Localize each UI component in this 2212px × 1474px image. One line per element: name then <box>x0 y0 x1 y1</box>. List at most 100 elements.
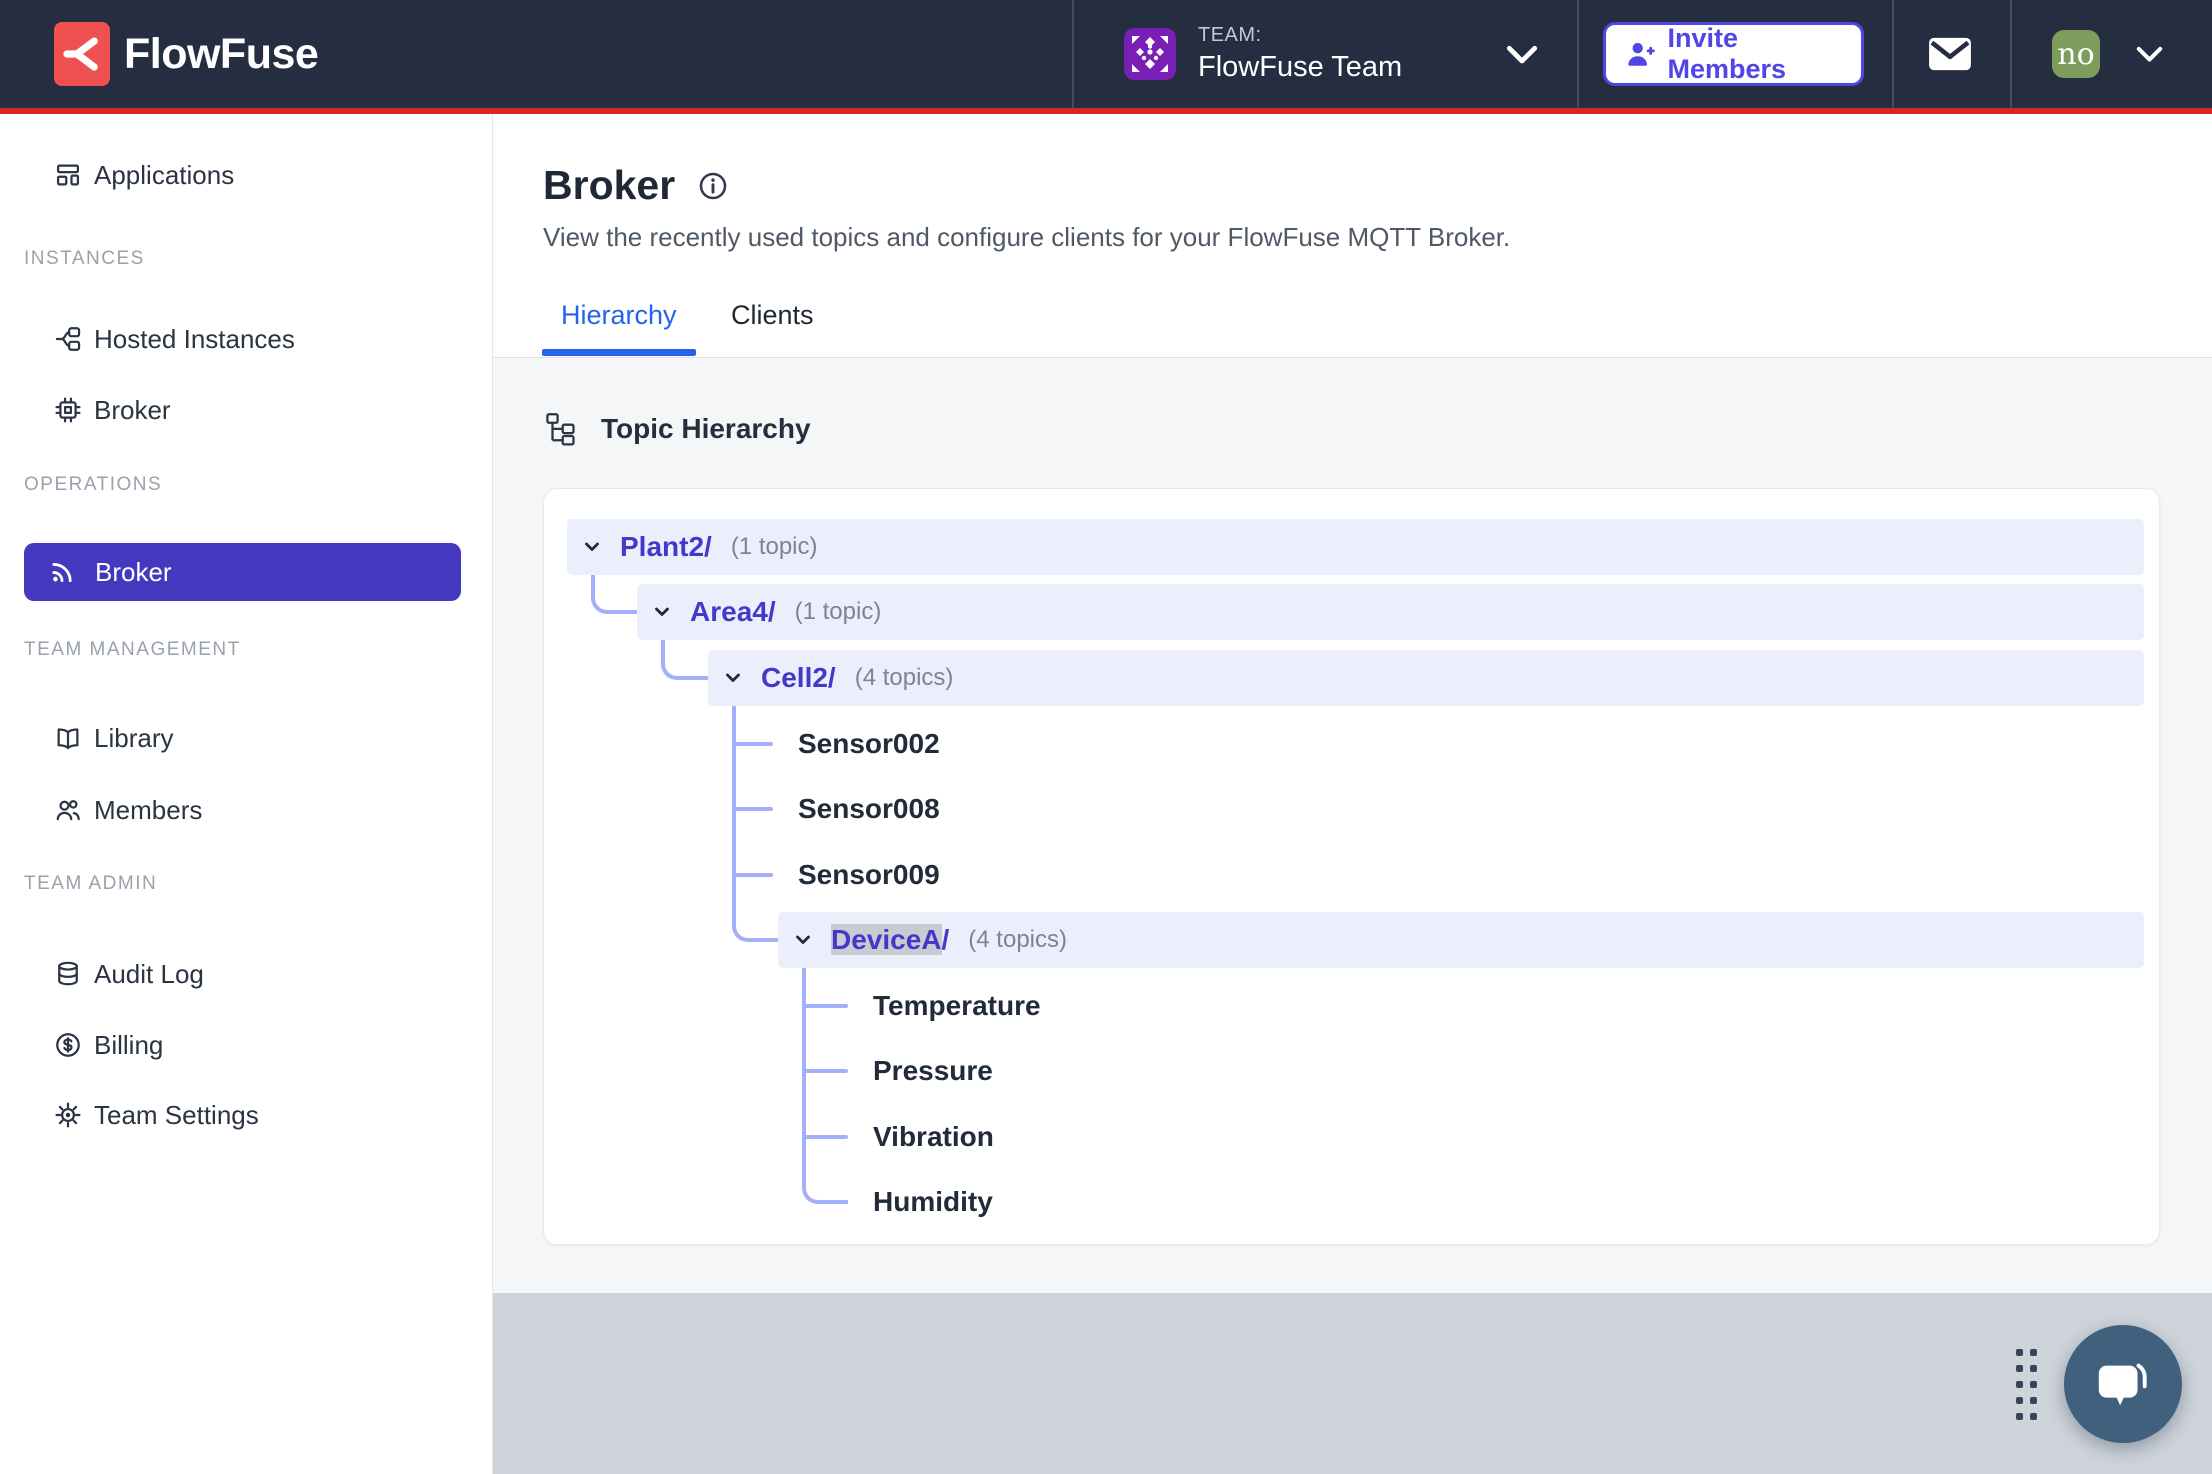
user-plus-icon <box>1628 42 1655 66</box>
tree-leaf-sensor002[interactable]: Sensor002 <box>798 716 940 772</box>
user-menu[interactable]: no <box>2028 0 2188 108</box>
sidebar-section-instances: INSTANCES <box>24 248 145 269</box>
notifications-button[interactable] <box>1904 0 1996 108</box>
tree-connector-stub <box>734 807 773 811</box>
chevron-down-icon <box>585 542 599 551</box>
chip-icon <box>54 396 82 424</box>
sidebar-item-library[interactable]: Library <box>0 710 492 766</box>
applications-icon <box>54 161 82 189</box>
broker-rss-icon <box>48 558 76 586</box>
flowfuse-logo[interactable]: FlowFuse <box>54 22 319 86</box>
tree-connector-elbow <box>591 573 637 614</box>
tree-node-topic-count: (1 topic) <box>794 598 882 625</box>
broker-content: Topic Hierarchy Plant2/ (1 topic) Area4/ (1… <box>493 357 2212 1293</box>
sidebar-item-label: Applications <box>94 159 235 190</box>
nav-divider <box>1892 0 1894 108</box>
hosted-instances-icon <box>54 325 82 353</box>
tree-connector-stub <box>804 1135 848 1139</box>
topic-hierarchy-icon <box>546 413 575 446</box>
invite-members-label: Invite Members <box>1667 23 1787 84</box>
chat-launcher-button[interactable] <box>2064 1325 2182 1443</box>
sidebar-item-members[interactable]: Members <box>0 782 492 838</box>
tab-hierarchy[interactable]: Hierarchy <box>561 300 677 350</box>
invite-members-button[interactable]: Invite Members <box>1603 22 1864 86</box>
tree-leaf-sensor009[interactable]: Sensor009 <box>798 847 940 903</box>
chevron-down-icon <box>655 607 669 616</box>
sidebar-item-applications[interactable]: Applications <box>0 147 492 203</box>
sidebar-item-label: Team Settings <box>94 1099 259 1130</box>
sidebar-item-audit-log[interactable]: Audit Log <box>0 946 492 1002</box>
tree-connector-stub <box>734 873 773 877</box>
tree-leaf-humidity[interactable]: Humidity <box>873 1174 993 1230</box>
sidebar-item-label: Billing <box>94 1029 164 1060</box>
chevron-down-icon <box>726 673 740 682</box>
widget-drag-handle[interactable] <box>2016 1349 2037 1420</box>
tree-connector-elbow <box>661 638 708 680</box>
tree-leaf-sensor008[interactable]: Sensor008 <box>798 781 940 837</box>
page-header: Broker View the recently used topics and… <box>493 114 2212 357</box>
tab-clients[interactable]: Clients <box>731 300 814 350</box>
sidebar-item-label: Library <box>94 722 174 753</box>
mail-icon <box>1929 37 1971 71</box>
tree-leaf-temperature[interactable]: Temperature <box>873 978 1041 1034</box>
tree-connector-stub <box>734 742 773 746</box>
tree-leaf-pressure[interactable]: Pressure <box>873 1043 993 1099</box>
sidebar-item-broker[interactable]: Broker <box>24 543 461 601</box>
selected-text: DeviceA <box>831 924 942 955</box>
tree-connector-stub <box>804 1069 848 1073</box>
sidebar-item-billing[interactable]: Billing <box>0 1017 492 1073</box>
tree-node-label: Cell2/ <box>761 662 836 693</box>
tree-node-area4[interactable]: Area4/ (1 topic) <box>637 584 2144 640</box>
tree-node-topic-count: (4 topics) <box>968 926 1067 953</box>
flowfuse-logo-icon <box>54 22 110 86</box>
tree-node-label: Area4/ <box>690 596 776 627</box>
chevron-down-icon <box>2136 46 2163 62</box>
sidebar-item-hosted-instances[interactable]: Hosted Instances <box>0 311 492 367</box>
tree-node-label: Plant2/ <box>620 531 712 562</box>
database-icon <box>54 960 82 988</box>
chevron-down-icon <box>1506 45 1538 64</box>
sidebar-section-operations: OPERATIONS <box>24 474 163 495</box>
nav-divider <box>1072 0 1074 108</box>
section-title: Topic Hierarchy <box>601 413 811 444</box>
sidebar-item-label: Broker <box>94 394 171 425</box>
team-name: FlowFuse Team <box>1198 51 1403 83</box>
sidebar-item-label: Audit Log <box>94 958 204 989</box>
tree-node-devicea[interactable]: DeviceA/ (4 topics) <box>778 912 2144 968</box>
page-description: View the recently used topics and config… <box>543 222 1511 252</box>
page-title: Broker <box>543 162 676 208</box>
tree-node-plant2[interactable]: Plant2/ (1 topic) <box>567 519 2144 575</box>
book-icon <box>54 724 82 752</box>
topic-hierarchy-card: Plant2/ (1 topic) Area4/ (1 topic) Cell2/ (4 … <box>543 488 2160 1245</box>
sidebar-item-label: Members <box>94 794 203 825</box>
team-avatar <box>1124 28 1176 80</box>
navbar-accent-line <box>0 108 2212 114</box>
dollar-circle-icon <box>54 1031 82 1059</box>
info-button[interactable] <box>697 170 729 202</box>
active-tab-underline <box>542 349 696 356</box>
sidebar: Applications INSTANCES Hosted Instances … <box>0 114 493 1474</box>
nav-divider <box>1577 0 1579 108</box>
sidebar-item-label: Hosted Instances <box>94 323 295 354</box>
sidebar-item-edge-devices[interactable]: Broker <box>0 382 492 438</box>
chat-bubble-icon <box>2098 1363 2147 1406</box>
sidebar-item-label: Broker <box>95 556 172 587</box>
tree-node-topic-count: (1 topic) <box>730 533 818 560</box>
tree-connector-stub <box>804 1004 848 1008</box>
gear-icon <box>54 1101 82 1129</box>
sidebar-item-team-settings[interactable]: Team Settings <box>0 1087 492 1143</box>
chevron-down-icon <box>796 935 810 944</box>
tree-connector-elbow <box>732 704 778 942</box>
info-icon <box>699 172 727 199</box>
user-avatar: no <box>2052 30 2100 78</box>
nav-divider <box>2010 0 2012 108</box>
sidebar-section-team-management: TEAM MANAGEMENT <box>24 639 241 660</box>
logo-wordmark: FlowFuse <box>124 29 319 78</box>
sidebar-section-team-admin: TEAM ADMIN <box>24 873 158 894</box>
tree-node-cell2[interactable]: Cell2/ (4 topics) <box>708 650 2144 706</box>
team-label: TEAM: <box>1198 24 1262 46</box>
top-navbar: FlowFuse TEAM: FlowFuse Team Invite Memb… <box>0 0 2212 108</box>
tree-connector-elbow <box>802 966 848 1204</box>
tree-leaf-vibration[interactable]: Vibration <box>873 1109 994 1165</box>
team-selector[interactable]: TEAM: FlowFuse Team <box>1096 0 1556 108</box>
